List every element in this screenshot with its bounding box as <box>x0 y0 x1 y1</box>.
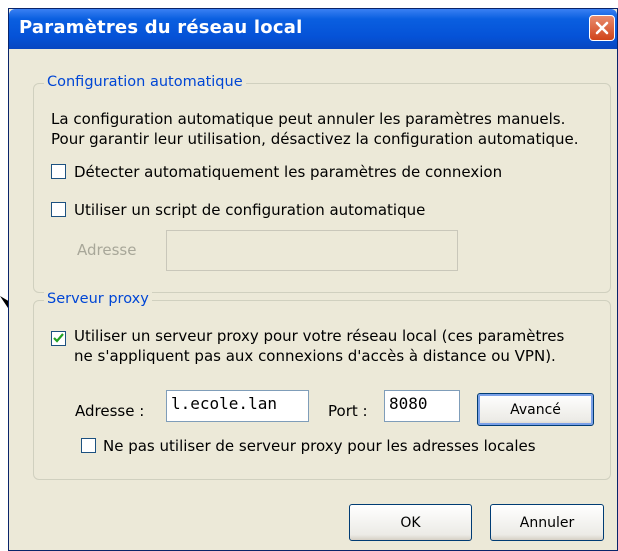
use-proxy-label-line2[interactable]: ne s'appliquent pas aux connexions d'acc… <box>74 347 556 365</box>
proxy-port-field[interactable]: 8080 <box>384 390 460 422</box>
proxy-port-label: Port : <box>328 402 368 420</box>
use-proxy-label-line1[interactable]: Utiliser un serveur proxy pour votre rés… <box>74 327 564 345</box>
ok-button[interactable]: OK <box>349 504 472 541</box>
cancel-button[interactable]: Annuler <box>490 504 604 541</box>
window-title: Paramètres du réseau local <box>19 17 303 38</box>
proxy-address-field[interactable]: l.ecole.lan <box>166 390 309 422</box>
script-address-field[interactable] <box>166 230 458 271</box>
proxy-group: Serveur proxy Utiliser un serveur proxy … <box>33 291 611 480</box>
auto-config-description-line2: Pour garantir leur utilisation, désactiv… <box>51 130 579 148</box>
proxy-address-label: Adresse : <box>75 402 145 420</box>
title-bar[interactable]: Paramètres du réseau local <box>9 9 617 49</box>
lan-settings-dialog: Paramètres du réseau local Configuration… <box>8 8 618 551</box>
auto-config-script-checkbox[interactable] <box>51 202 66 217</box>
auto-config-group: Configuration automatique La configurati… <box>33 74 611 293</box>
script-address-label: Adresse <box>77 241 137 259</box>
auto-config-script-label[interactable]: Utiliser un script de configuration auto… <box>74 201 425 219</box>
detect-settings-checkbox[interactable] <box>51 164 66 179</box>
advanced-button[interactable]: Avancé <box>477 393 594 426</box>
checkmark-icon <box>53 333 64 343</box>
close-icon <box>595 21 609 35</box>
detect-settings-label[interactable]: Détecter automatiquement les paramètres … <box>74 163 502 181</box>
close-button[interactable] <box>589 15 615 41</box>
bypass-local-label[interactable]: Ne pas utiliser de serveur proxy pour le… <box>103 437 536 455</box>
auto-config-description-line1: La configuration automatique peut annule… <box>51 110 566 128</box>
use-proxy-checkbox[interactable] <box>51 331 66 346</box>
bypass-local-checkbox[interactable] <box>81 438 96 453</box>
auto-config-legend: Configuration automatique <box>44 74 246 90</box>
proxy-legend: Serveur proxy <box>44 291 152 307</box>
